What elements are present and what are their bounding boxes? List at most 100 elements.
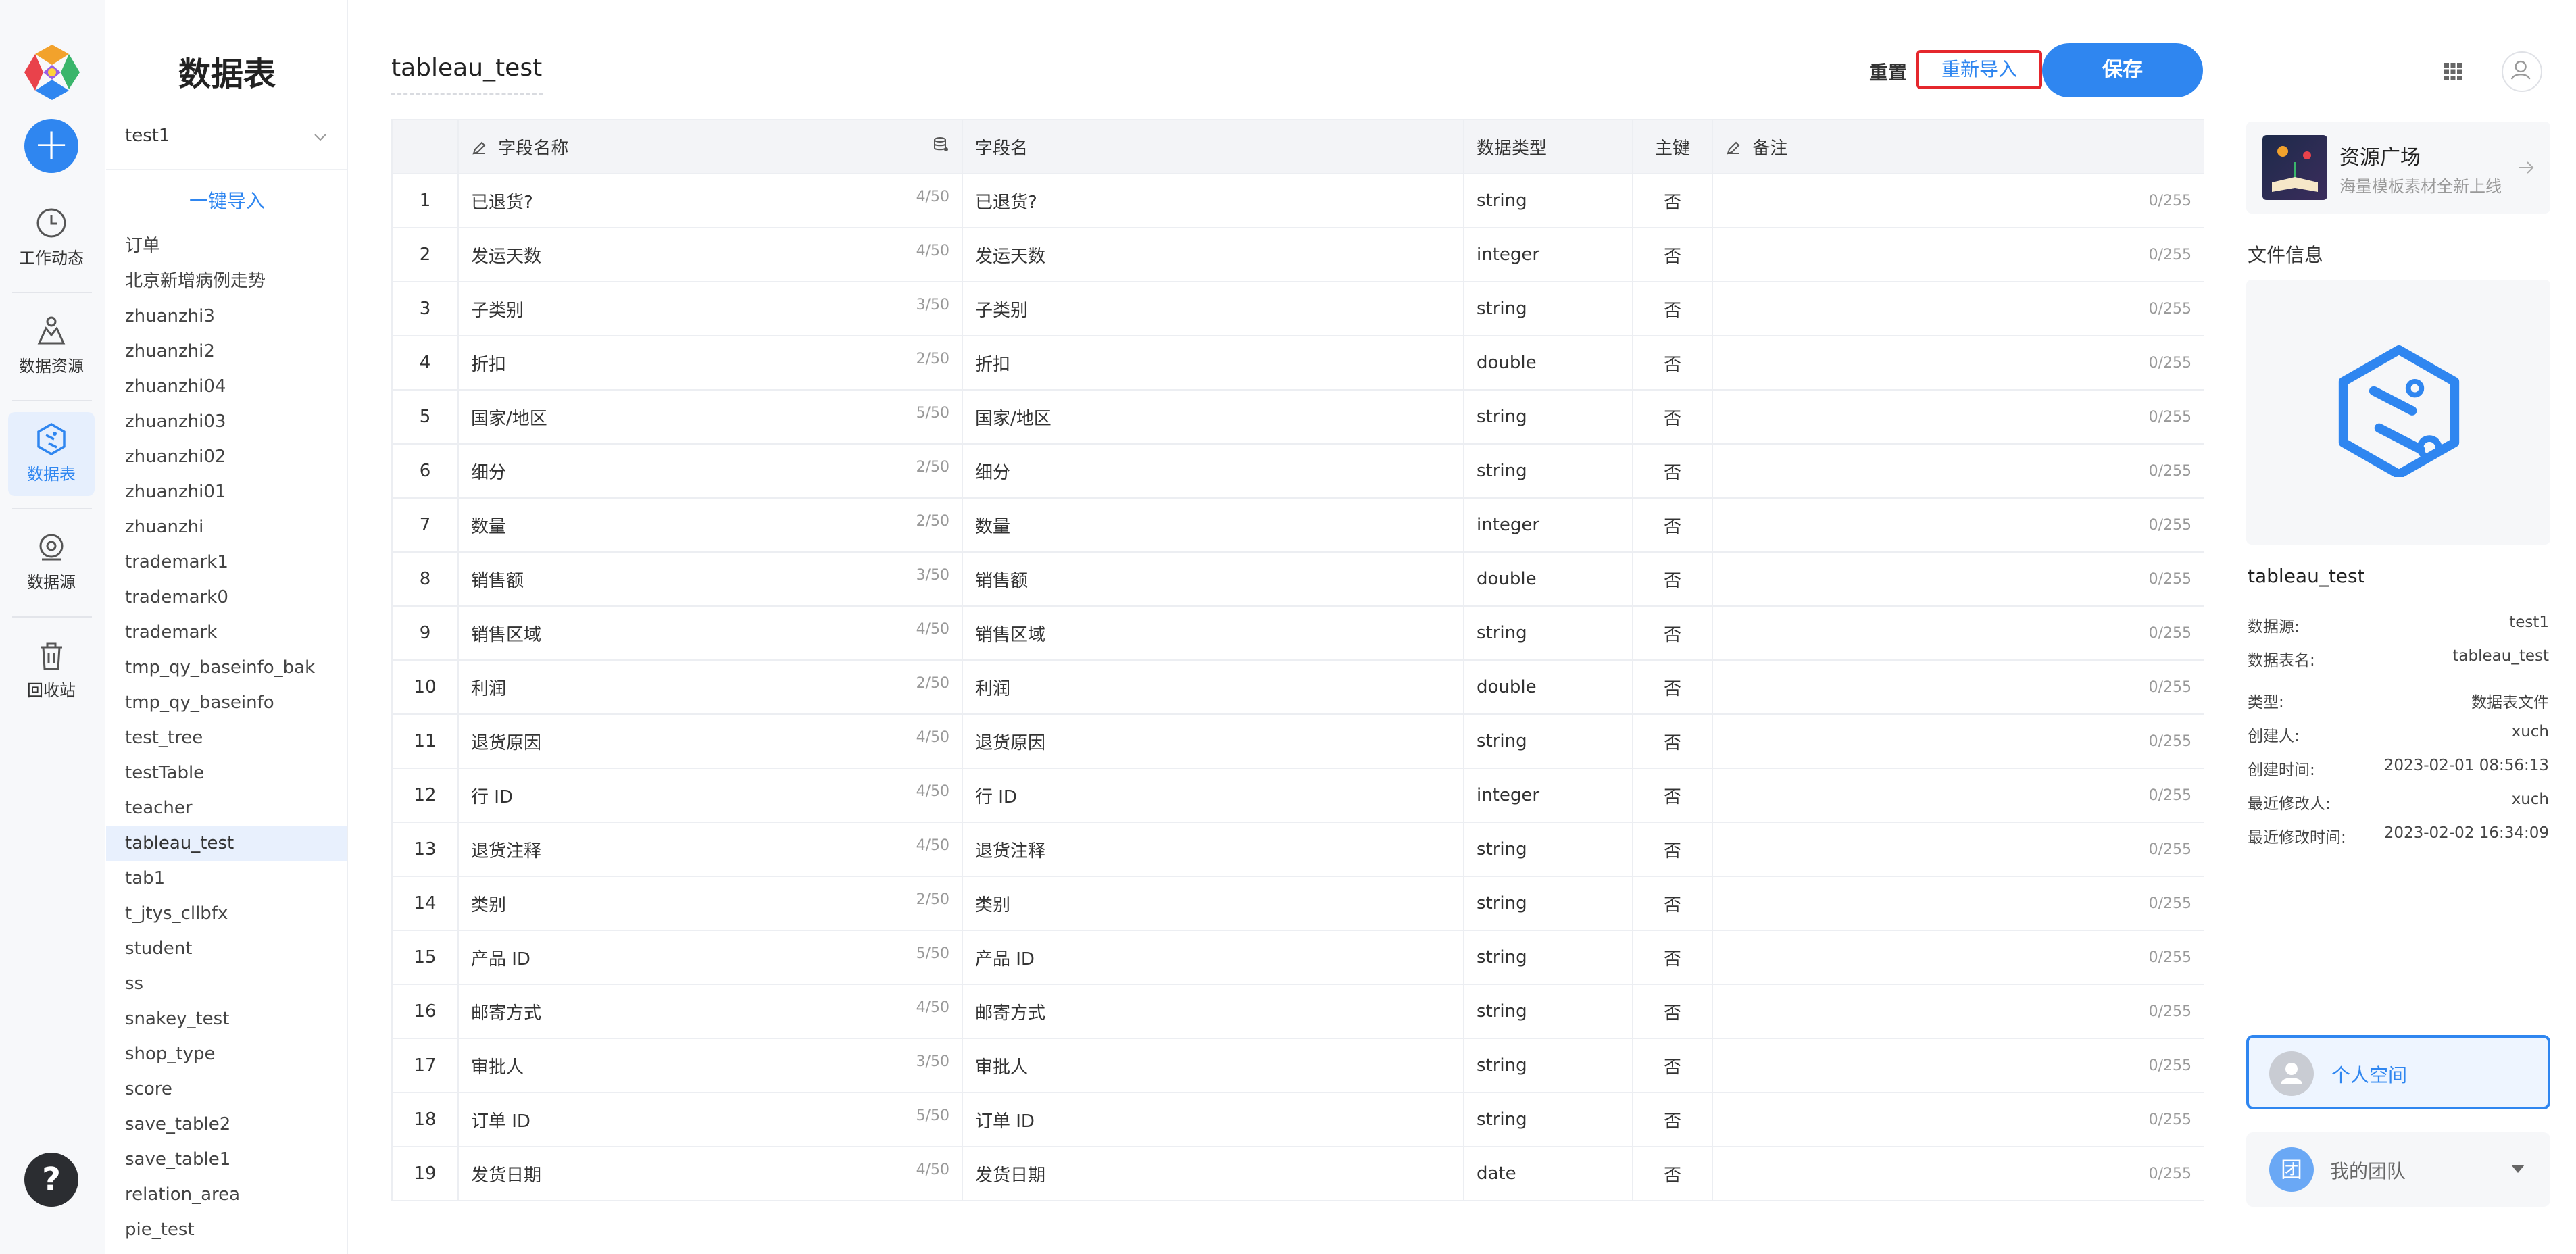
data-type-cell[interactable]: string	[1463, 822, 1633, 877]
nav-item-data-source[interactable]: 数据源	[8, 520, 95, 604]
list-item[interactable]: trademark0	[106, 580, 347, 615]
field-title-cell[interactable]: 国家/地区 5/50	[457, 389, 963, 445]
note-cell[interactable]: 0/255	[1712, 822, 2204, 877]
list-item[interactable]: 订单	[106, 228, 347, 264]
primary-key-cell[interactable]: 否	[1632, 551, 1713, 607]
note-cell[interactable]: 0/255	[1712, 335, 2204, 391]
field-title-cell[interactable]: 数量 2/50	[457, 497, 963, 553]
help-button[interactable]: ?	[24, 1153, 78, 1207]
table-row[interactable]: 4 折扣 2/50 折扣 double 否 0/255	[391, 335, 2204, 391]
table-row[interactable]: 10 利润 2/50 利润 double 否 0/255	[391, 659, 2204, 715]
list-item[interactable]: save_table2	[106, 1107, 347, 1142]
data-type-cell[interactable]: string	[1463, 876, 1633, 931]
table-row[interactable]: 6 细分 2/50 细分 string 否 0/255	[391, 443, 2204, 499]
personal-space-card[interactable]: 个人空间	[2246, 1035, 2550, 1109]
list-item[interactable]: save_table1	[106, 1142, 347, 1177]
table-row[interactable]: 17 审批人 3/50 审批人 string 否 0/255	[391, 1038, 2204, 1093]
field-title-cell[interactable]: 邮寄方式 4/50	[457, 984, 963, 1039]
table-row[interactable]: 14 类别 2/50 类别 string 否 0/255	[391, 876, 2204, 931]
list-item[interactable]: trademark	[106, 615, 347, 650]
list-item[interactable]: t_jtys_cllbfx	[106, 896, 347, 931]
field-title-cell[interactable]: 细分 2/50	[457, 443, 963, 499]
list-item[interactable]: zhuanzhi03	[106, 404, 347, 439]
data-type-cell[interactable]: integer	[1463, 497, 1633, 553]
list-item[interactable]: teacher	[106, 791, 347, 826]
field-title-cell[interactable]: 类别 2/50	[457, 876, 963, 931]
note-cell[interactable]: 0/255	[1712, 281, 2204, 336]
field-title-cell[interactable]: 发货日期 4/50	[457, 1146, 963, 1201]
data-type-cell[interactable]: string	[1463, 173, 1633, 228]
nav-item-activity[interactable]: 工作动态	[8, 196, 95, 280]
primary-key-cell[interactable]: 否	[1632, 1146, 1713, 1201]
field-title-cell[interactable]: 子类别 3/50	[457, 281, 963, 336]
note-cell[interactable]: 0/255	[1712, 173, 2204, 228]
list-item[interactable]: tmp_qy_baseinfo_bak	[106, 650, 347, 685]
primary-key-cell[interactable]: 否	[1632, 1038, 1713, 1093]
data-type-cell[interactable]: double	[1463, 659, 1633, 715]
primary-key-cell[interactable]: 否	[1632, 227, 1713, 282]
list-item[interactable]: zhuanzhi	[106, 509, 347, 545]
note-cell[interactable]: 0/255	[1712, 930, 2204, 985]
primary-key-cell[interactable]: 否	[1632, 984, 1713, 1039]
table-row[interactable]: 5 国家/地区 5/50 国家/地区 string 否 0/255	[391, 389, 2204, 445]
list-item[interactable]: shop_type	[106, 1036, 347, 1072]
list-item[interactable]: zhuanzhi04	[106, 369, 347, 404]
table-row[interactable]: 8 销售额 3/50 销售额 double 否 0/255	[391, 551, 2204, 607]
field-title-cell[interactable]: 发运天数 4/50	[457, 227, 963, 282]
note-cell[interactable]: 0/255	[1712, 551, 2204, 607]
primary-key-cell[interactable]: 否	[1632, 443, 1713, 499]
nav-item-data-table[interactable]: 数据表	[8, 412, 95, 496]
primary-key-cell[interactable]: 否	[1632, 659, 1713, 715]
note-cell[interactable]: 0/255	[1712, 659, 2204, 715]
data-type-cell[interactable]: integer	[1463, 768, 1633, 823]
field-title-cell[interactable]: 销售额 3/50	[457, 551, 963, 607]
field-title-cell[interactable]: 利润 2/50	[457, 659, 963, 715]
list-item[interactable]: relation_area	[106, 1177, 347, 1212]
table-row[interactable]: 15 产品 ID 5/50 产品 ID string 否 0/255	[391, 930, 2204, 985]
save-button[interactable]: 保存	[2042, 43, 2203, 97]
table-row[interactable]: 16 邮寄方式 4/50 邮寄方式 string 否 0/255	[391, 984, 2204, 1039]
data-type-cell[interactable]: string	[1463, 389, 1633, 445]
reset-button[interactable]: 重置	[1869, 58, 1907, 85]
table-row[interactable]: 18 订单 ID 5/50 订单 ID string 否 0/255	[391, 1092, 2204, 1147]
data-type-cell[interactable]: string	[1463, 713, 1633, 769]
data-type-cell[interactable]: date	[1463, 1146, 1633, 1201]
data-type-cell[interactable]: string	[1463, 605, 1633, 661]
note-cell[interactable]: 0/255	[1712, 605, 2204, 661]
reimport-button[interactable]: 重新导入	[1916, 50, 2042, 89]
list-item[interactable]: testTable	[106, 755, 347, 791]
user-avatar[interactable]	[2502, 51, 2542, 92]
primary-key-cell[interactable]: 否	[1632, 768, 1713, 823]
app-logo-icon[interactable]	[22, 42, 82, 103]
create-button[interactable]: +	[24, 119, 78, 173]
database-icon[interactable]	[932, 136, 949, 153]
primary-key-cell[interactable]: 否	[1632, 876, 1713, 931]
field-title-cell[interactable]: 销售区域 4/50	[457, 605, 963, 661]
list-item[interactable]: zhuanzhi3	[106, 299, 347, 334]
data-type-cell[interactable]: string	[1463, 930, 1633, 985]
table-row[interactable]: 13 退货注释 4/50 退货注释 string 否 0/255	[391, 822, 2204, 877]
note-cell[interactable]: 0/255	[1712, 443, 2204, 499]
nav-item-data-resource[interactable]: 数据资源	[8, 304, 95, 388]
note-cell[interactable]: 0/255	[1712, 984, 2204, 1039]
list-item[interactable]: trademark1	[106, 545, 347, 580]
table-row[interactable]: 1 已退货? 4/50 已退货? string 否 0/255	[391, 173, 2204, 228]
apps-grid-icon[interactable]	[2444, 62, 2462, 81]
nav-item-recycle-bin[interactable]: 回收站	[8, 628, 95, 712]
list-item[interactable]: tmp_qy_baseinfo	[106, 685, 347, 720]
primary-key-cell[interactable]: 否	[1632, 389, 1713, 445]
note-cell[interactable]: 0/255	[1712, 1038, 2204, 1093]
data-type-cell[interactable]: string	[1463, 443, 1633, 499]
list-item[interactable]: tab1	[106, 861, 347, 896]
data-type-cell[interactable]: string	[1463, 281, 1633, 336]
note-cell[interactable]: 0/255	[1712, 1092, 2204, 1147]
data-type-cell[interactable]: double	[1463, 551, 1633, 607]
primary-key-cell[interactable]: 否	[1632, 1092, 1713, 1147]
table-row[interactable]: 3 子类别 3/50 子类别 string 否 0/255	[391, 281, 2204, 336]
data-type-cell[interactable]: string	[1463, 1038, 1633, 1093]
resource-square-card[interactable]: 资源广场 海量模板素材全新上线	[2246, 122, 2550, 214]
datasource-select[interactable]: test1	[125, 126, 328, 155]
table-row[interactable]: 7 数量 2/50 数量 integer 否 0/255	[391, 497, 2204, 553]
field-title-cell[interactable]: 退货注释 4/50	[457, 822, 963, 877]
page-title[interactable]: tableau_test	[391, 54, 542, 82]
